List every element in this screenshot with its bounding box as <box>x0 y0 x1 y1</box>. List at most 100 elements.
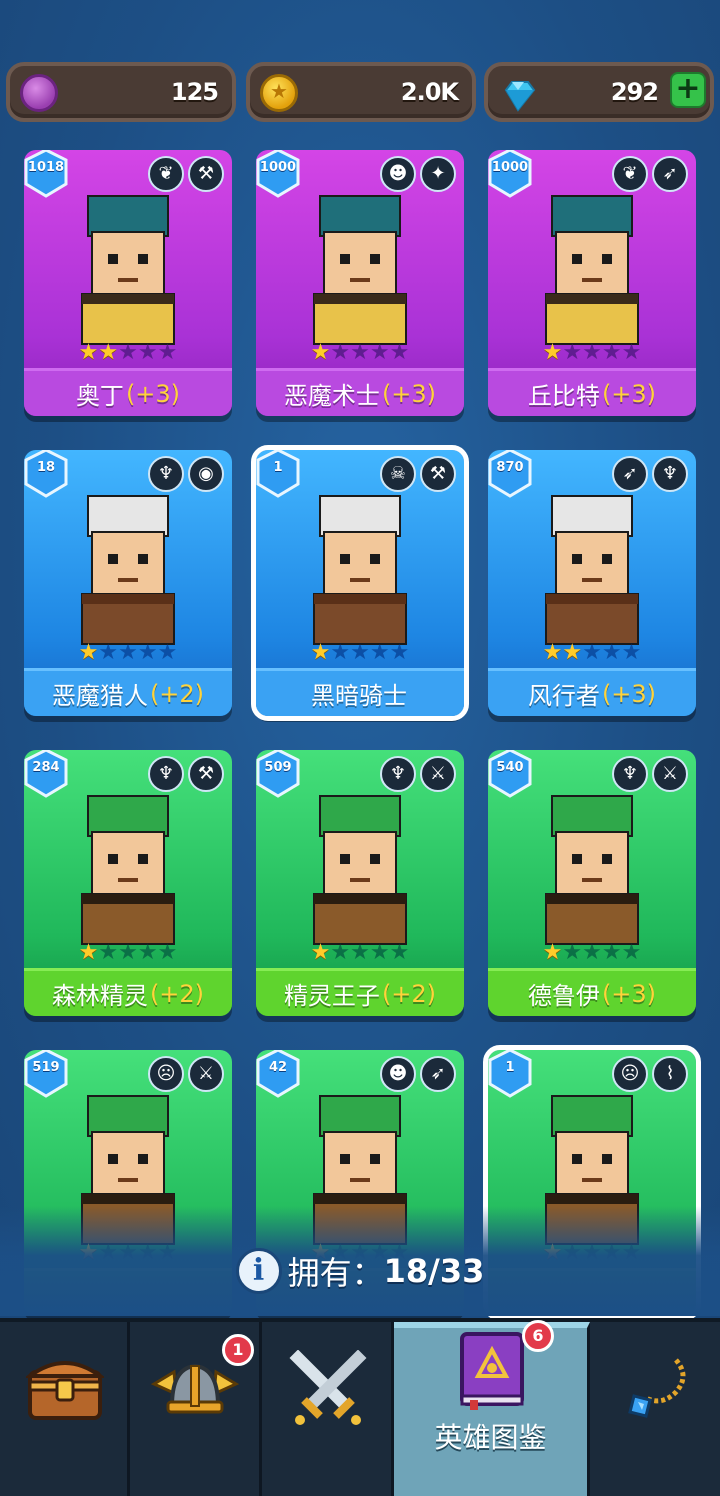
hero-card[interactable]: 284 ♆ ⚒ ★★★★★ 森林精灵 (+2) <box>24 750 232 1016</box>
level-badge: 1018 <box>24 150 70 198</box>
star-icon: ★ <box>118 640 138 665</box>
elf-icon: ♆ <box>380 756 416 792</box>
level-badge: 1 <box>256 450 302 498</box>
star-icon: ★ <box>621 340 642 365</box>
bow-icon: ➶ <box>420 1056 456 1092</box>
sword-icon: ⚔ <box>652 756 688 792</box>
star-icon: ★ <box>601 940 622 965</box>
hero-card[interactable]: 1000 ☻ ✦ ★★★★★ 恶魔术士 (+3) <box>256 150 464 416</box>
level-badge: 870 <box>488 450 534 498</box>
hero-level: 1 <box>505 1060 515 1075</box>
gold-coin-icon <box>260 74 298 112</box>
hero-card[interactable]: 540 ♆ ⚔ ★★★★★ 德鲁伊 (+3) <box>488 750 696 1016</box>
add-gems-button[interactable]: + <box>670 72 706 108</box>
hero-name: 黑暗骑士 <box>311 682 407 710</box>
level-badge: 18 <box>24 450 70 498</box>
hero-card[interactable]: 18 ♆ ◉ ★★★★★ 恶魔猎人 (+2) <box>24 450 232 716</box>
star-icon: ★ <box>350 640 370 665</box>
star-icon: ★ <box>98 940 119 965</box>
hero-name: 恶魔术士 <box>283 382 380 410</box>
star-icon: ★ <box>601 640 622 665</box>
star-icon: ★ <box>98 340 119 365</box>
heroes-notification-badge: 1 <box>222 1334 254 1366</box>
hero-level: 284 <box>32 760 60 775</box>
purple-token-counter[interactable]: 125 <box>6 62 236 122</box>
nav-tab-battle[interactable] <box>262 1322 394 1496</box>
elf-icon: ♆ <box>148 456 184 492</box>
gold-counter[interactable]: 2.0K <box>246 62 476 122</box>
amulet-icon <box>628 1358 686 1418</box>
demon-icon: ☻ <box>380 1056 416 1092</box>
hero-level: 1018 <box>27 160 65 175</box>
info-icon[interactable]: i <box>235 1248 282 1294</box>
nav-tab-hero-codex[interactable]: 6 英雄图鉴 <box>394 1320 590 1496</box>
chest-icon <box>26 1361 104 1420</box>
hero-bonus: (+3) <box>601 379 657 408</box>
sword-icon: ⚔ <box>188 1056 224 1092</box>
nav-tab-heroes[interactable]: 1 <box>130 1322 262 1496</box>
star-icon: ★ <box>310 940 331 965</box>
purple-token-value: 125 <box>170 78 219 106</box>
gem-counter[interactable]: 292 + <box>484 62 714 122</box>
hero-portrait <box>545 495 639 645</box>
star-icon: ★ <box>157 640 178 665</box>
hero-level: 1000 <box>491 160 529 175</box>
hero-card[interactable]: 1 ☠ ⚒ ★★★★★ 黑暗骑士 <box>251 445 469 721</box>
star-icon: ★ <box>310 340 331 365</box>
hero-card[interactable]: 1000 ❦ ➶ ★★★★★ 丘比特 (+3) <box>488 150 696 416</box>
star-rating: ★★★★★ <box>488 940 696 966</box>
level-badge: 509 <box>256 750 302 798</box>
hero-portrait <box>545 195 639 345</box>
hero-name: 恶魔猎人 <box>51 682 148 710</box>
star-icon: ★ <box>562 640 583 665</box>
star-rating: ★★★★★ <box>256 640 464 666</box>
star-rating: ★★★★★ <box>488 640 696 666</box>
star-icon: ★ <box>330 940 351 965</box>
bow-icon: ➶ <box>652 156 688 192</box>
gem-value: 292 <box>610 78 659 106</box>
hero-name-bar: 恶魔猎人 (+2) <box>24 668 232 716</box>
hero-bonus: (+3) <box>601 979 657 1008</box>
hero-portrait <box>313 495 407 645</box>
gold-value: 2.0K <box>400 78 459 106</box>
crossed-swords-icon <box>289 1350 367 1425</box>
hero-bonus: (+3) <box>381 379 437 408</box>
hero-level: 519 <box>32 1060 60 1075</box>
star-icon: ★ <box>350 340 370 365</box>
hero-card[interactable]: 870 ➶ ♆ ★★★★★ 风行者 (+3) <box>488 450 696 716</box>
star-icon: ★ <box>78 340 99 365</box>
star-icon: ★ <box>542 640 563 665</box>
nav-tab-equipment[interactable] <box>590 1322 720 1496</box>
star-icon: ★ <box>157 940 178 965</box>
bow-icon: ➶ <box>612 456 648 492</box>
star-icon: ★ <box>369 640 390 665</box>
hero-portrait <box>545 795 639 945</box>
star-rating: ★★★★★ <box>24 640 232 666</box>
star-icon: ★ <box>98 640 119 665</box>
star-icon: ★ <box>369 340 390 365</box>
hero-name-bar: 风行者 (+3) <box>488 668 696 716</box>
torch-icon: ⌇ <box>652 1056 688 1092</box>
hero-level: 42 <box>268 1060 288 1075</box>
gem-icon <box>504 81 536 112</box>
hero-name-bar: 德鲁伊 (+3) <box>488 968 696 1016</box>
star-icon: ★ <box>542 940 563 965</box>
hero-name: 丘比特 <box>527 382 600 410</box>
hero-codex-label: 英雄图鉴 <box>434 1421 547 1454</box>
hero-name-bar: 丘比特 (+3) <box>488 368 696 416</box>
hero-bonus: (+2) <box>149 679 205 708</box>
star-icon: ★ <box>389 940 410 965</box>
star-rating: ★★★★★ <box>256 340 464 366</box>
bottom-nav: 1 6 英雄图鉴 <box>0 1318 720 1496</box>
hero-name-bar: 恶魔术士 (+3) <box>256 368 464 416</box>
hero-card[interactable]: 509 ♆ ⚔ ★★★★★ 精灵王子 (+2) <box>256 750 464 1016</box>
hero-level: 540 <box>496 760 524 775</box>
star-icon: ★ <box>118 940 138 965</box>
nav-tab-chest[interactable] <box>0 1322 130 1496</box>
star-icon: ★ <box>601 340 622 365</box>
hero-codex-icon <box>460 1332 524 1410</box>
currency-bar: 125 2.0K 292 + <box>6 62 714 122</box>
hero-name-bar: 森林精灵 (+2) <box>24 968 232 1016</box>
hero-card[interactable]: 1018 ❦ ⚒ ★★★★★ 奥丁 (+3) <box>24 150 232 416</box>
level-badge: 540 <box>488 750 534 798</box>
